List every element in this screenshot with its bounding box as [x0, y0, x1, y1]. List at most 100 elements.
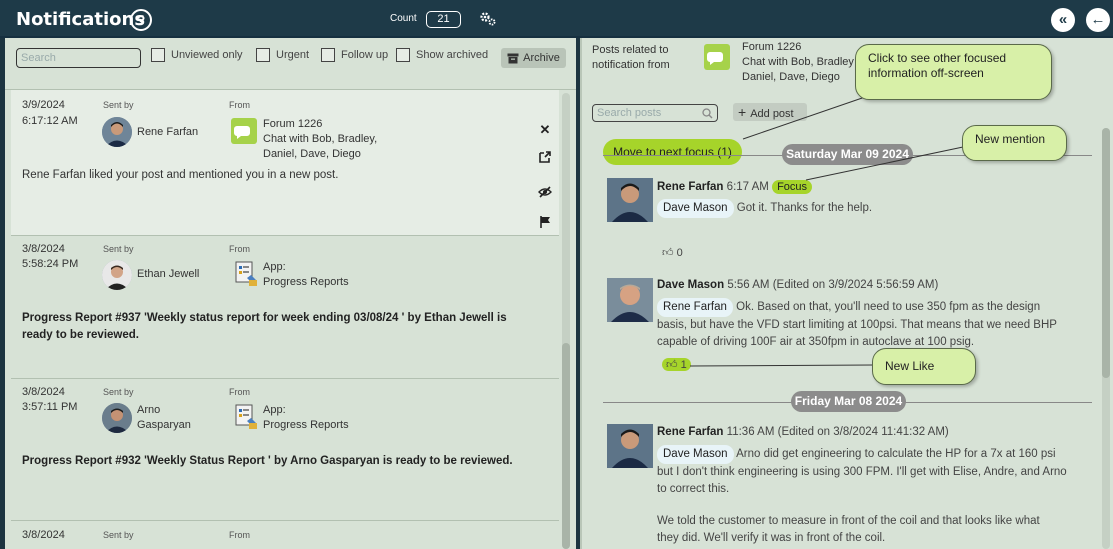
notification-item[interactable]: 3/8/2024 5:58:24 PM Sent by From Ethan J… [11, 236, 559, 378]
like-button[interactable]: 👍︎ 1 [662, 358, 691, 371]
count-value: 21 [426, 11, 461, 28]
date-pill: Friday Mar 08 2024 [791, 391, 906, 412]
notification-date: 3/8/2024 [22, 243, 65, 255]
thumbs-up-icon: 👍︎ [666, 359, 678, 371]
collapse-button[interactable]: « [1051, 8, 1075, 32]
avatar [102, 117, 132, 147]
post-edited: (Edited on 3/8/2024 11:41:32 AM) [777, 426, 949, 438]
gear-icon[interactable] [479, 11, 497, 27]
post-search-placeholder: Search posts [597, 107, 662, 119]
avatar [102, 260, 132, 290]
checkbox-box[interactable] [321, 48, 335, 62]
body-line: Progress Report #937 'Weekly status repo… [22, 312, 507, 324]
notification-time: 6:17:12 AM [22, 115, 78, 127]
scrollbar-thumb[interactable] [1102, 128, 1110, 378]
checkbox-box[interactable] [151, 48, 165, 62]
from-text: App: Progress Reports [263, 403, 349, 433]
post-text: Arno did get engineering to calculate th… [736, 448, 1056, 460]
scrollbar[interactable] [562, 93, 570, 549]
sender-line: Arno [137, 404, 161, 416]
add-post-button[interactable]: + Add post [733, 103, 807, 121]
top-bar: Notifications ? Count 21 « ← [0, 0, 1113, 38]
post-time: 5:56 AM [727, 279, 770, 291]
from-label: From [229, 244, 250, 254]
archive-icon [507, 53, 519, 63]
post-header: Dave Mason 5:56 AM (Edited on 3/9/2024 5… [657, 279, 938, 291]
sender-name: Arno Gasparyan [137, 403, 191, 433]
posts-header-line: Posts related to [592, 44, 669, 56]
post-time: 6:17 AM [726, 181, 769, 193]
sent-by-label: Sent by [103, 100, 134, 110]
notification-date: 3/8/2024 [22, 529, 65, 541]
progress-reports-app-icon [235, 261, 257, 286]
date-pill: Saturday Mar 09 2024 [782, 144, 913, 165]
post-body: Dave Mason Got it. Thanks for the help. [657, 199, 1077, 218]
checkbox-label: Unviewed only [171, 49, 243, 61]
sender-line: Gasparyan [137, 419, 191, 431]
forum-line: Chat with Bob, Bradley [742, 56, 854, 68]
post-header: Rene Farfan 11:36 AM (Edited on 3/8/2024… [657, 426, 949, 438]
post-text: Got it. Thanks for the help. [736, 202, 873, 214]
notification-item[interactable]: 3/9/2024 6:17:12 AM Sent by From Rene Fa… [11, 90, 559, 235]
search-input[interactable] [16, 48, 141, 68]
post-search-input[interactable]: Search posts [592, 104, 718, 122]
sent-by-label: Sent by [103, 530, 134, 540]
forum-info: Forum 1226 Chat with Bob, Bradley Daniel… [742, 40, 854, 85]
like-count: 0 [676, 247, 683, 259]
mention-tag[interactable]: Dave Mason [657, 445, 734, 464]
follow-up-checkbox[interactable]: Follow up [321, 48, 388, 62]
back-button[interactable]: ← [1086, 8, 1110, 32]
sender-name: Ethan Jewell [137, 268, 200, 280]
callout-line: information off-screen [868, 66, 984, 80]
open-external-icon[interactable] [538, 150, 552, 164]
avatar [607, 278, 653, 322]
mention-tag[interactable]: Dave Mason [657, 199, 734, 218]
focus-badge[interactable]: Focus [772, 180, 813, 194]
notification-date: 3/9/2024 [22, 99, 65, 111]
post-header: Rene Farfan 6:17 AM Focus [657, 180, 813, 194]
avatar [102, 403, 132, 433]
thumbs-up-icon: 👍︎ [662, 247, 674, 259]
from-label: From [229, 387, 250, 397]
scrollbar[interactable] [1102, 128, 1110, 549]
avatar [607, 178, 653, 222]
sent-by-label: Sent by [103, 387, 134, 397]
hide-icon[interactable] [538, 185, 552, 199]
plus-icon: + [738, 104, 747, 120]
post-text: capable of driving 100F air at 350fpm in… [657, 336, 975, 348]
notification-body: Progress Report #932 'Weekly Status Repo… [22, 455, 513, 467]
like-pill[interactable]: 👍︎ 1 [662, 358, 691, 371]
notification-item[interactable]: 3/8/2024 Sent by From [11, 521, 559, 549]
like-count: 1 [680, 359, 687, 371]
post-body: Rene Farfan Ok. Based on that, you'll ne… [657, 298, 1077, 351]
unviewed-checkbox[interactable]: Unviewed only [151, 48, 243, 62]
checkbox-box[interactable] [256, 48, 270, 62]
like-button[interactable]: 👍︎ 0 [662, 246, 683, 259]
callout-new-like: New Like [872, 348, 976, 385]
archive-button[interactable]: Archive [501, 48, 566, 68]
from-line: Progress Reports [263, 419, 349, 431]
avatar [607, 424, 653, 468]
post-text: but I don't think engineering is using 3… [657, 466, 1067, 478]
scrollbar-thumb[interactable] [562, 343, 570, 549]
mention-tag[interactable]: Rene Farfan [657, 298, 733, 317]
post-author: Rene Farfan [657, 426, 724, 438]
posts-pane: Posts related to notification from Forum… [580, 38, 1113, 549]
callout-focused-info: Click to see other focused information o… [855, 44, 1052, 100]
checkbox-label: Show archived [416, 49, 489, 61]
show-archived-checkbox[interactable]: Show archived [396, 48, 488, 62]
help-button[interactable]: ? [130, 9, 152, 31]
archive-label: Archive [523, 52, 560, 64]
urgent-checkbox[interactable]: Urgent [256, 48, 309, 62]
notification-item[interactable]: 3/8/2024 3:57:11 PM Sent by From Arno Ga… [11, 379, 559, 520]
checkbox-box[interactable] [396, 48, 410, 62]
checkbox-label: Follow up [341, 49, 389, 61]
next-focus-button[interactable]: Move to next focus (1) [603, 139, 742, 165]
posts-header: Posts related to notification from [592, 43, 670, 73]
flag-icon[interactable] [538, 215, 552, 229]
post-time: 11:36 AM [726, 426, 775, 438]
close-icon[interactable]: ✕ [538, 123, 552, 137]
post-author: Dave Mason [657, 279, 725, 291]
sent-by-label: Sent by [103, 244, 134, 254]
body-line: ready to be reviewed. [22, 329, 139, 341]
